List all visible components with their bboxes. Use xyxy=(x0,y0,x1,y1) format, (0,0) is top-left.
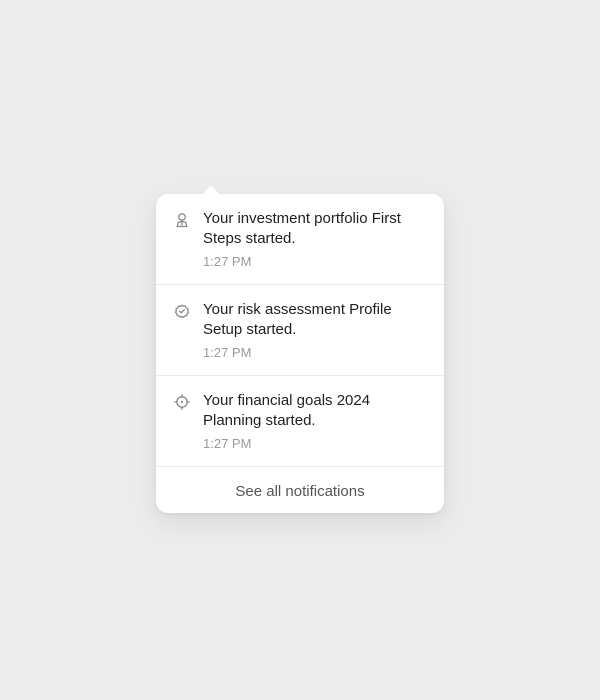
user-badge-icon xyxy=(174,212,190,228)
page: Your investment portfolio First Steps st… xyxy=(0,0,600,700)
notification-time: 1:27 PM xyxy=(203,436,252,451)
notification-list: Your investment portfolio First Steps st… xyxy=(156,194,444,467)
notification-item[interactable]: Your risk assessment Profile Setup start… xyxy=(156,285,444,376)
notification-item[interactable]: Your investment portfolio First Steps st… xyxy=(156,194,444,285)
crosshair-icon xyxy=(174,394,190,410)
notification-text: Your investment portfolio First Steps st… xyxy=(203,210,401,247)
check-circle-icon xyxy=(174,303,190,319)
see-all-notifications-link[interactable]: See all notifications xyxy=(156,469,444,513)
notification-time: 1:27 PM xyxy=(203,345,252,360)
notification-text: Your financial goals 2024 Planning start… xyxy=(203,392,371,429)
notification-text: Your risk assessment Profile Setup start… xyxy=(203,301,392,338)
notifications-popover: Your investment portfolio First Steps st… xyxy=(156,185,444,513)
notification-item[interactable]: Your financial goals 2024 Planning start… xyxy=(156,376,444,467)
notification-time: 1:27 PM xyxy=(203,254,252,269)
